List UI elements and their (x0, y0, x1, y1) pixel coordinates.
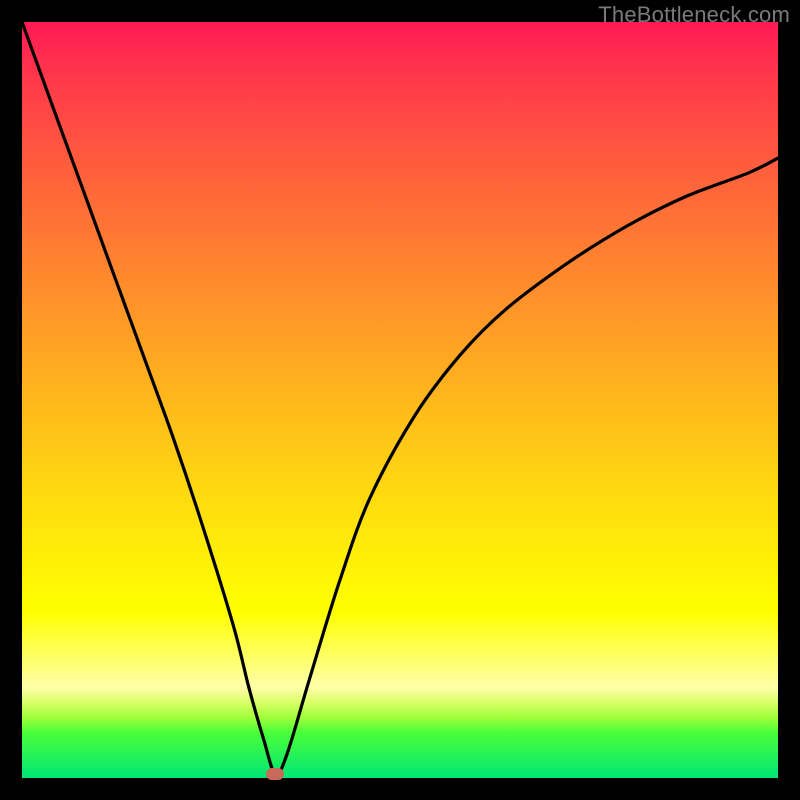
optimal-point-marker (266, 768, 284, 780)
plot-area (22, 22, 778, 778)
chart-frame: TheBottleneck.com (0, 0, 800, 800)
watermark-text: TheBottleneck.com (598, 2, 790, 28)
bottleneck-curve (22, 22, 778, 778)
